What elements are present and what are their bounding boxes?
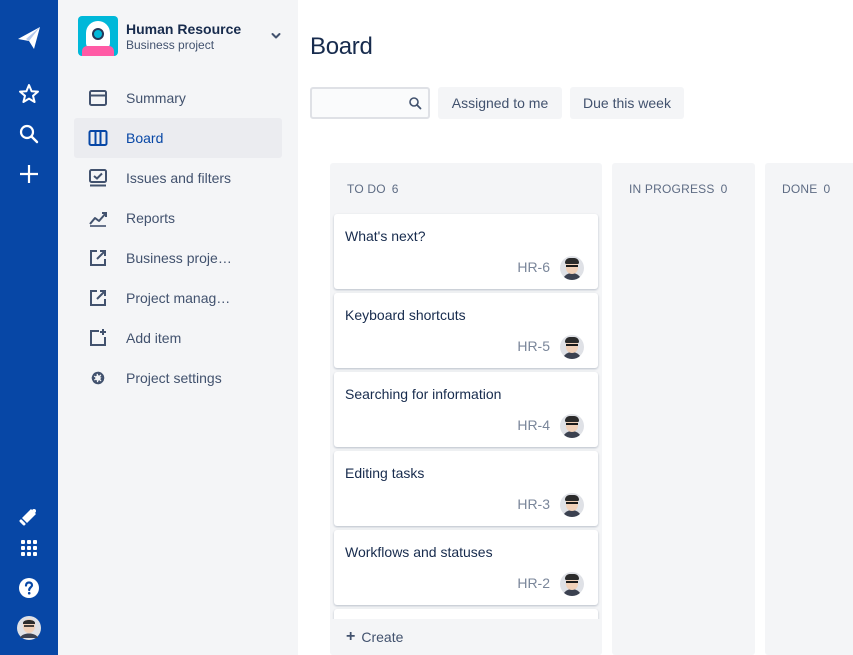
user-avatar[interactable] [9, 610, 49, 646]
issues-icon [86, 166, 110, 190]
sidebar-item-label: Summary [126, 90, 186, 106]
chevron-down-icon[interactable] [268, 28, 284, 44]
create-row: + Create [330, 619, 602, 655]
sidebar-item-label: Board [126, 130, 164, 146]
project-switcher[interactable]: Human Resource Business project [78, 14, 284, 58]
sidebar-item-project-management[interactable]: Project manag… [74, 278, 282, 318]
issue-key[interactable]: HR-5 [517, 338, 550, 354]
search-icon [409, 97, 422, 110]
sidebar-item-project-settings[interactable]: Project settings [74, 358, 282, 398]
sidebar-item-label: Business proje… [126, 250, 232, 266]
column-header: DONE 0 [782, 182, 830, 196]
help-icon[interactable] [9, 570, 49, 606]
page-title: Board [310, 33, 373, 60]
issue-key[interactable]: HR-6 [517, 259, 550, 275]
search-input[interactable] [312, 89, 406, 117]
card-title: Workflows and statuses [345, 544, 493, 560]
external-link-icon [86, 246, 110, 270]
issue-card[interactable]: Searching for information HR-4 [334, 372, 598, 447]
issue-key[interactable]: HR-4 [517, 417, 550, 433]
board-icon [86, 126, 110, 150]
board-search[interactable] [310, 87, 430, 119]
product-logo-icon[interactable] [9, 20, 49, 56]
plus-icon: + [346, 628, 356, 645]
column-header: TO DO 6 [347, 182, 399, 196]
card-title: Keyboard shortcuts [345, 307, 466, 323]
global-navigation [0, 0, 58, 655]
issue-key[interactable]: HR-2 [517, 575, 550, 591]
column-done: DONE 0 [765, 163, 853, 655]
sidebar-item-label: Project settings [126, 370, 222, 386]
column-count: 6 [391, 182, 399, 196]
external-link-icon [86, 286, 110, 310]
column-title: IN PROGRESS [629, 182, 715, 196]
gear-icon [86, 366, 110, 390]
project-avatar [78, 16, 118, 56]
column-header: IN PROGRESS 0 [629, 182, 727, 196]
sidebar-item-business-project[interactable]: Business proje… [74, 238, 282, 278]
column-title: TO DO [347, 182, 386, 196]
search-icon[interactable] [9, 116, 49, 152]
issue-card[interactable]: What's next? HR-6 [334, 214, 598, 289]
reports-icon [86, 206, 110, 230]
sidebar-item-reports[interactable]: Reports [74, 198, 282, 238]
add-item-icon [86, 326, 110, 350]
sidebar-item-add-item[interactable]: Add item [74, 318, 282, 358]
assignee-avatar[interactable] [560, 335, 584, 359]
column-in-progress: IN PROGRESS 0 [612, 163, 755, 655]
notification-icon[interactable] [9, 498, 49, 534]
create-issue-button[interactable]: + Create [346, 628, 404, 646]
project-name: Human Resource [126, 20, 242, 37]
sidebar-item-summary[interactable]: Summary [74, 78, 282, 118]
assignee-avatar[interactable] [560, 572, 584, 596]
project-type: Business project [126, 37, 215, 52]
issue-card[interactable]: Editing tasks HR-3 [334, 451, 598, 526]
due-this-week-filter[interactable]: Due this week [570, 87, 684, 119]
sidebar-item-board[interactable]: Board [74, 118, 282, 158]
create-label: Create [361, 629, 404, 645]
card-title: Editing tasks [345, 465, 425, 481]
issue-key[interactable]: HR-3 [517, 496, 550, 512]
sidebar-item-label: Issues and filters [126, 170, 232, 186]
sidebar-item-label: Reports [126, 210, 176, 226]
issue-card[interactable]: Workflows and statuses HR-2 [334, 530, 598, 605]
card-title: Searching for information [345, 386, 502, 402]
assignee-avatar[interactable] [560, 493, 584, 517]
board-main: Board Assigned to me Due this week TO DO… [298, 0, 853, 655]
assigned-to-me-filter[interactable]: Assigned to me [438, 87, 562, 119]
sidebar-item-issues[interactable]: Issues and filters [74, 158, 282, 198]
plus-icon[interactable] [9, 156, 49, 192]
column-count: 0 [720, 182, 728, 196]
assignee-avatar[interactable] [560, 414, 584, 438]
card-title: What's next? [345, 228, 426, 244]
star-icon[interactable] [9, 76, 49, 112]
app-switcher-icon[interactable] [9, 530, 49, 566]
summary-icon [86, 86, 110, 110]
project-sidebar: Human Resource Business project Summary … [58, 0, 298, 655]
sidebar-item-label: Add item [126, 330, 182, 346]
column-todo: TO DO 6 What's next? HR-6 Keyboard shortc… [330, 163, 602, 655]
sidebar-item-label: Project manag… [126, 290, 231, 306]
assignee-avatar[interactable] [560, 256, 584, 280]
column-title: DONE [782, 182, 818, 196]
column-count: 0 [823, 182, 831, 196]
issue-card[interactable]: Keyboard shortcuts HR-5 [334, 293, 598, 368]
